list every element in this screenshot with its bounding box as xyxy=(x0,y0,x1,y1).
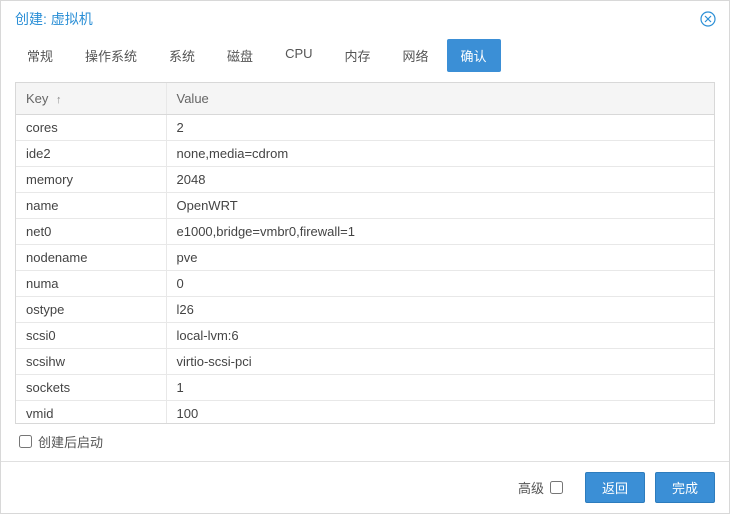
table-row[interactable]: net0e1000,bridge=vmbr0,firewall=1 xyxy=(16,219,714,245)
cell-value: 1 xyxy=(166,375,714,401)
cell-key: vmid xyxy=(16,401,166,425)
dialog-footer: 高级 返回 完成 xyxy=(1,461,729,513)
wizard-tabs: 常规 操作系统 系统 磁盘 CPU 内存 网络 确认 xyxy=(1,35,729,72)
table-row[interactable]: numa0 xyxy=(16,271,714,297)
summary-grid: Key ↑ Value cores2ide2none,media=cdromme… xyxy=(15,82,715,424)
cell-key: scsi0 xyxy=(16,323,166,349)
table-row[interactable]: ostypel26 xyxy=(16,297,714,323)
table-row[interactable]: ide2none,media=cdrom xyxy=(16,141,714,167)
start-after-label[interactable]: 创建后启动 xyxy=(38,432,103,451)
table-row[interactable]: vmid100 xyxy=(16,401,714,425)
tab-system[interactable]: 系统 xyxy=(155,39,209,72)
cell-value: none,media=cdrom xyxy=(166,141,714,167)
tab-label: CPU xyxy=(285,46,312,61)
sort-asc-icon: ↑ xyxy=(56,94,62,106)
table-row[interactable]: scsi0local-lvm:6 xyxy=(16,323,714,349)
cell-key: net0 xyxy=(16,219,166,245)
button-label: 返回 xyxy=(602,481,628,496)
cell-key: numa xyxy=(16,271,166,297)
table-row[interactable]: cores2 xyxy=(16,115,714,141)
column-header-key[interactable]: Key ↑ xyxy=(16,83,166,115)
table-row[interactable]: sockets1 xyxy=(16,375,714,401)
finish-button[interactable]: 完成 xyxy=(655,472,715,503)
cell-value: 100 xyxy=(166,401,714,425)
tab-network[interactable]: 网络 xyxy=(389,39,443,72)
cell-value: l26 xyxy=(166,297,714,323)
titlebar: 创建: 虚拟机 xyxy=(1,1,729,35)
tab-memory[interactable]: 内存 xyxy=(331,39,385,72)
table-row[interactable]: nodenamepve xyxy=(16,245,714,271)
tab-confirm[interactable]: 确认 xyxy=(447,39,501,72)
tab-label: 系统 xyxy=(169,49,195,64)
cell-value: local-lvm:6 xyxy=(166,323,714,349)
cell-value: pve xyxy=(166,245,714,271)
tab-label: 内存 xyxy=(345,49,371,64)
tab-label: 磁盘 xyxy=(227,49,253,64)
cell-key: memory xyxy=(16,167,166,193)
table-row[interactable]: memory2048 xyxy=(16,167,714,193)
advanced-checkbox[interactable] xyxy=(550,481,563,494)
cell-value: OpenWRT xyxy=(166,193,714,219)
dialog-title: 创建: 虚拟机 xyxy=(15,9,93,29)
cell-key: cores xyxy=(16,115,166,141)
tab-general[interactable]: 常规 xyxy=(13,39,67,72)
back-button[interactable]: 返回 xyxy=(585,472,645,503)
cell-value: 2048 xyxy=(166,167,714,193)
advanced-toggle: 高级 xyxy=(518,478,563,497)
tab-label: 常规 xyxy=(27,49,53,64)
close-icon[interactable] xyxy=(699,10,717,28)
create-vm-dialog: 创建: 虚拟机 常规 操作系统 系统 磁盘 CPU 内存 网络 确认 Key xyxy=(0,0,730,514)
start-after-row: 创建后启动 xyxy=(15,424,715,453)
cell-key: name xyxy=(16,193,166,219)
tab-disk[interactable]: 磁盘 xyxy=(213,39,267,72)
table-row[interactable]: scsihwvirtio-scsi-pci xyxy=(16,349,714,375)
cell-key: nodename xyxy=(16,245,166,271)
start-after-checkbox[interactable] xyxy=(19,435,32,448)
cell-value: e1000,bridge=vmbr0,firewall=1 xyxy=(166,219,714,245)
advanced-label[interactable]: 高级 xyxy=(518,478,544,497)
cell-value: 2 xyxy=(166,115,714,141)
column-header-label: Key xyxy=(26,91,48,106)
tab-label: 操作系统 xyxy=(85,49,137,64)
tab-cpu[interactable]: CPU xyxy=(271,39,326,72)
column-header-value[interactable]: Value xyxy=(166,83,714,115)
cell-value: virtio-scsi-pci xyxy=(166,349,714,375)
table-row[interactable]: nameOpenWRT xyxy=(16,193,714,219)
cell-key: ide2 xyxy=(16,141,166,167)
cell-key: sockets xyxy=(16,375,166,401)
tab-label: 网络 xyxy=(403,49,429,64)
cell-value: 0 xyxy=(166,271,714,297)
cell-key: ostype xyxy=(16,297,166,323)
content: Key ↑ Value cores2ide2none,media=cdromme… xyxy=(1,72,729,461)
tab-os[interactable]: 操作系统 xyxy=(71,39,151,72)
tab-label: 确认 xyxy=(461,49,487,64)
button-label: 完成 xyxy=(672,481,698,496)
column-header-label: Value xyxy=(177,91,209,106)
cell-key: scsihw xyxy=(16,349,166,375)
